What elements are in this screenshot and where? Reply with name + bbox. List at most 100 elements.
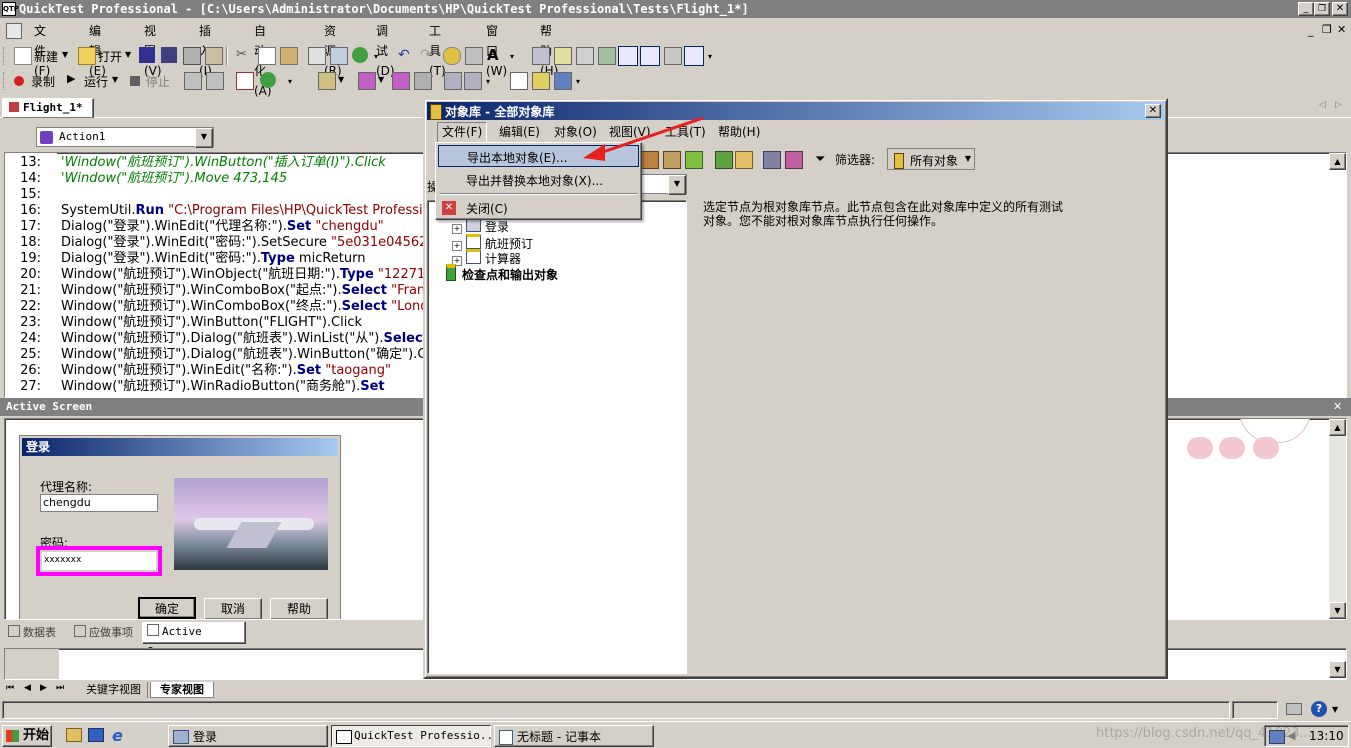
menu-item[interactable]: 帮助(H): [540, 21, 558, 78]
repo-menu-item[interactable]: 文件(F): [437, 122, 488, 144]
action-icon[interactable]: [318, 72, 336, 90]
grid-toggle-icon[interactable]: [618, 46, 638, 66]
cancel-button[interactable]: 取消: [204, 598, 262, 619]
locate-icon[interactable]: [735, 151, 753, 169]
datatable-icon[interactable]: [554, 47, 572, 65]
task-qtp[interactable]: QuickTest Professio...: [331, 725, 500, 747]
print-icon[interactable]: [183, 47, 201, 65]
save-icon[interactable]: [139, 47, 155, 63]
menu-item[interactable]: 调试(D): [376, 21, 395, 78]
toolbar-chevron-icon[interactable]: ▾: [374, 52, 378, 61]
active-screen-close-icon[interactable]: ✕: [1333, 400, 1342, 413]
step-out-icon[interactable]: [464, 72, 482, 90]
chevron-down-icon[interactable]: ▼: [195, 128, 213, 148]
run-icon[interactable]: ▶: [67, 72, 75, 85]
menu-export-replace[interactable]: 导出并替换本地对象(X)...: [438, 169, 639, 191]
scroll-up-icon[interactable]: ▲: [1329, 153, 1346, 170]
new-dropdown-icon[interactable]: ▼: [62, 50, 68, 59]
expand-icon[interactable]: +: [452, 224, 462, 234]
tab-expert-view[interactable]: 专家视图: [150, 682, 214, 698]
next-icon[interactable]: ▶: [40, 683, 47, 693]
code-line[interactable]: 14: 'Window("航班预订").Move 473,145: [5, 171, 425, 187]
stop-icon[interactable]: [130, 76, 140, 86]
stop-button[interactable]: 停止: [146, 73, 170, 90]
menu-item[interactable]: 文件(F): [34, 21, 50, 78]
function-icon[interactable]: [392, 72, 410, 90]
code-line[interactable]: 13: 'Window("航班预订").WinButton("插入订单(I)").…: [5, 155, 425, 171]
insert-step-icon[interactable]: [358, 72, 376, 90]
tab-scroll-left-icon[interactable]: ◁: [1319, 100, 1326, 110]
properties-icon[interactable]: [576, 47, 594, 65]
update-icon[interactable]: [763, 151, 781, 169]
code-line[interactable]: 15:: [5, 187, 425, 203]
code-line[interactable]: 23: Window("航班预订").WinButton("FLIGHT").Cl…: [5, 315, 425, 331]
object-repository-icon[interactable]: [598, 47, 616, 65]
mdi-restore-icon[interactable]: ❐: [1322, 23, 1332, 36]
object-find-icon[interactable]: [465, 47, 483, 65]
tree-node-login[interactable]: + 登录: [452, 219, 509, 234]
code-line[interactable]: 27: Window("航班预订").WinRadioButton("商务舱").…: [5, 379, 425, 395]
restore-button[interactable]: ❐: [1314, 2, 1330, 16]
step-generator-icon[interactable]: [532, 47, 550, 65]
new-button[interactable]: 新建: [34, 48, 58, 65]
results-icon[interactable]: [236, 72, 254, 90]
ok-button[interactable]: 确定: [138, 597, 196, 619]
menu-item[interactable]: 资源(R): [324, 21, 342, 78]
tab-scroll-right-icon[interactable]: ▷: [1335, 100, 1342, 110]
minimize-button[interactable]: _: [1298, 2, 1314, 16]
find-icon[interactable]: [330, 47, 348, 65]
help-button[interactable]: 帮助: [270, 598, 328, 619]
last-icon[interactable]: ⏭: [56, 683, 64, 693]
code-line[interactable]: 20: Window("航班预订").WinObject("航班日期:").Typ…: [5, 267, 433, 283]
step-into-icon[interactable]: [444, 72, 462, 90]
undo-icon[interactable]: ↶: [398, 47, 410, 63]
as-scroll-up-icon[interactable]: ▲: [1329, 419, 1346, 436]
tab-todo[interactable]: 应做事项: [74, 624, 140, 642]
checkpoint-icon[interactable]: [352, 47, 368, 63]
close-button[interactable]: ✕: [1332, 2, 1348, 16]
filter-select[interactable]: 所有对象 ▼: [887, 148, 975, 170]
comment-icon[interactable]: [414, 72, 432, 90]
chevron-down-icon[interactable]: ▼: [668, 175, 686, 195]
object-spy-icon[interactable]: [443, 47, 461, 65]
repo-menu-item[interactable]: 编辑(E): [495, 122, 544, 142]
tree-node-calculator[interactable]: + 计算器: [452, 249, 521, 266]
debug-viewer-toggle-icon[interactable]: [684, 46, 704, 66]
quicklaunch-explorer-icon[interactable]: [66, 728, 82, 742]
cut-icon[interactable]: ✂: [236, 47, 247, 62]
task-notepad[interactable]: 无标题 - 记事本: [494, 725, 654, 747]
copy-icon[interactable]: [258, 47, 276, 65]
menu-item[interactable]: 视图(V): [144, 21, 162, 78]
toolbar-chevron-icon[interactable]: ▾: [486, 77, 490, 86]
code-line[interactable]: 19: Dialog("登录").WinEdit("密码:").Type micR…: [5, 251, 425, 267]
define-icon[interactable]: [785, 151, 803, 169]
first-icon[interactable]: ⏮: [6, 683, 14, 693]
code-line[interactable]: 22: Window("航班预订").WinComboBox("终点:").Sel…: [5, 299, 436, 315]
record-icon[interactable]: [14, 76, 24, 86]
toolbar-chevron-icon[interactable]: ▾: [288, 77, 292, 86]
code-line[interactable]: 21: Window("航班预订").WinComboBox("起点:").Sel…: [5, 283, 437, 299]
checkpoint-insert-icon[interactable]: [260, 72, 276, 88]
repo-tree[interactable]: + 登录 + 航班预订 + 计算器 检查点和输出对象: [427, 200, 687, 674]
agent-name-field[interactable]: chengdu: [40, 494, 158, 512]
menu-item[interactable]: 插入(I): [199, 21, 212, 78]
toolbar-chevron-icon[interactable]: ▾: [510, 52, 514, 61]
print-preview-icon[interactable]: [205, 47, 223, 65]
mdi-minimize-icon[interactable]: _: [1308, 24, 1314, 37]
prev-icon[interactable]: ◀: [24, 683, 31, 693]
as-scroll-down-icon[interactable]: ▼: [1329, 602, 1346, 619]
toolbar-chevron-icon[interactable]: ▾: [708, 52, 712, 61]
open-icon[interactable]: [78, 47, 96, 65]
code-line[interactable]: 24: Window("航班预订").Dialog("航班表").WinList(…: [5, 331, 429, 347]
password-field[interactable]: xxxxxxx: [42, 552, 156, 570]
code-line[interactable]: 25: Window("航班预订").Dialog("航班表").WinButto…: [5, 347, 434, 363]
tab-flight-1[interactable]: Flight_1*: [2, 98, 94, 118]
repo-menu-item[interactable]: 帮助(H): [714, 122, 764, 142]
dependency-icon[interactable]: [664, 47, 682, 65]
help-dropdown-icon[interactable]: ▼: [1332, 705, 1338, 714]
start-button[interactable]: 开始: [2, 725, 52, 747]
action-dropdown-icon[interactable]: ▼: [338, 75, 344, 84]
chevron-down-icon[interactable]: ▼: [965, 154, 971, 163]
tab-datatable[interactable]: 数据表: [8, 624, 70, 642]
edit-icon[interactable]: [308, 47, 326, 65]
